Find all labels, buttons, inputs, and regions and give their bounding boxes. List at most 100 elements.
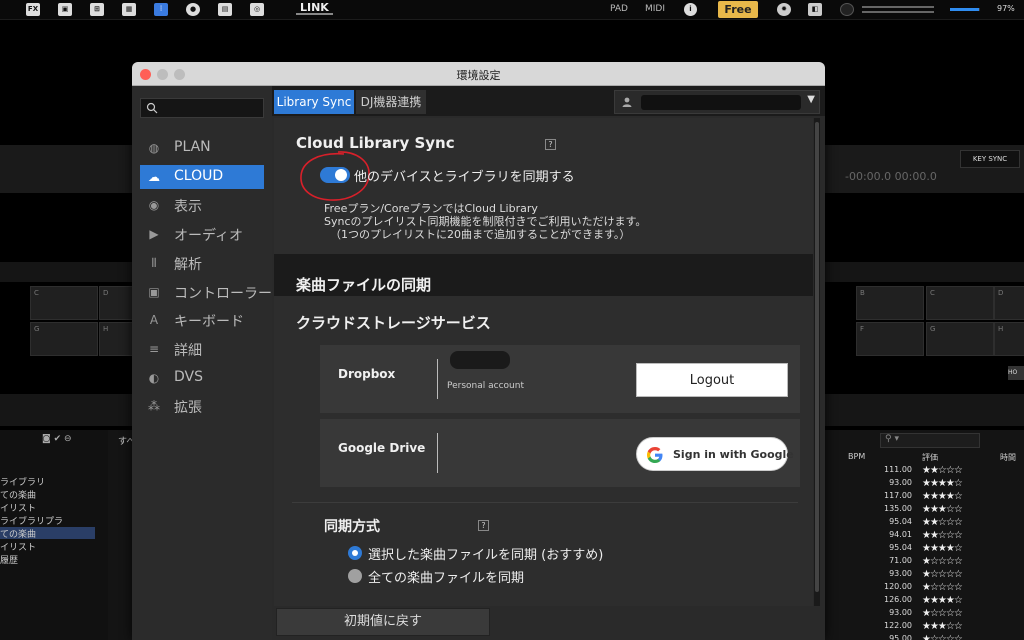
track-rating[interactable]: ★★★★☆ (922, 478, 963, 490)
account-select[interactable]: ▼ (614, 90, 820, 114)
track-row[interactable]: 93.00 ★★★★☆ (820, 478, 1024, 491)
sliders-icon[interactable]: ⫶ (154, 3, 168, 16)
google-g-icon (647, 447, 663, 463)
track-row[interactable]: 126.00 ★★★★☆ (820, 595, 1024, 608)
track-row[interactable]: 95.04 ★★☆☆☆ (820, 517, 1024, 530)
track-rating[interactable]: ★★☆☆☆ (922, 530, 963, 542)
vinyl-icon: ◐ (148, 370, 160, 385)
track-rating[interactable]: ★★☆☆☆ (922, 465, 963, 477)
sidebar-item-keyboard[interactable]: A キーボード (140, 308, 264, 332)
track-row[interactable]: 95.00 ★☆☆☆☆ (820, 634, 1024, 640)
track-rating[interactable]: ★★★★☆ (922, 543, 963, 555)
pad-g-right[interactable]: G (926, 322, 994, 356)
info-icon[interactable]: i (684, 3, 697, 16)
tab-dj-device[interactable]: DJ機器連携 (356, 90, 426, 114)
track-rating[interactable]: ★★☆☆☆ (922, 517, 963, 529)
track-row[interactable]: 93.00 ★☆☆☆☆ (820, 569, 1024, 582)
bpm-column-header[interactable]: BPM (848, 452, 865, 461)
track-row[interactable]: 120.00 ★☆☆☆☆ (820, 582, 1024, 595)
tree-item-playlist-2[interactable]: イリスト (0, 540, 36, 553)
content-scrollbar[interactable] (814, 118, 820, 606)
track-row[interactable]: 111.00 ★★☆☆☆ (820, 465, 1024, 478)
sync-method-help-icon[interactable]: ? (478, 520, 489, 531)
tree-item-library[interactable]: ライブラリ (0, 475, 45, 488)
sampler-icon[interactable]: ▣ (58, 3, 72, 16)
tree-item-all-tracks-selected[interactable]: ての楽曲 (0, 527, 95, 540)
sidebar-item-controller[interactable]: ▣ コントローラー (140, 280, 272, 304)
track-row[interactable]: 71.00 ★☆☆☆☆ (820, 556, 1024, 569)
scrollbar-thumb[interactable] (815, 122, 819, 592)
sidebar-item-display[interactable]: ◉ 表示 (140, 193, 264, 217)
pad-button[interactable]: PAD (610, 4, 628, 14)
track-bpm: 126.00 (884, 595, 912, 604)
radio-selected-files[interactable] (348, 546, 362, 560)
sidebar-item-dvs[interactable]: ◐ DVS (140, 366, 264, 390)
track-search-input[interactable]: ⚲ ▾ (880, 433, 980, 448)
cloud-storage-heading: クラウドストレージサービス (296, 314, 491, 332)
pad-c-left[interactable]: C (30, 286, 98, 320)
mixer-icon[interactable]: ⊞ (90, 3, 104, 16)
track-rating[interactable]: ★☆☆☆☆ (922, 556, 963, 568)
pad-h-right[interactable]: H (994, 322, 1024, 356)
film-icon[interactable]: ▤ (218, 3, 232, 16)
track-rating[interactable]: ★★★☆☆ (922, 621, 963, 633)
reset-defaults-button[interactable]: 初期値に戻す (276, 608, 490, 636)
pad-f-right[interactable]: F (856, 322, 924, 356)
pad-g-left[interactable]: G (30, 322, 98, 356)
master-level-meter-2 (862, 11, 934, 13)
plan-badge[interactable]: Free (718, 1, 758, 18)
cloud-sync-card: Cloud Library Sync ? 他のデバイスとライブラリを同期する F… (274, 118, 813, 254)
record-icon[interactable]: ● (186, 3, 200, 16)
tree-item-history[interactable]: 履歴 (0, 553, 18, 566)
hot-cue-button[interactable]: HO (1008, 366, 1024, 380)
track-rating[interactable]: ★☆☆☆☆ (922, 608, 963, 620)
help-icon[interactable]: ? (545, 139, 556, 150)
time-column-header[interactable]: 時間 (1000, 452, 1016, 463)
track-rating[interactable]: ★★★☆☆ (922, 504, 963, 516)
track-rating[interactable]: ★☆☆☆☆ (922, 582, 963, 594)
track-row[interactable]: 95.04 ★★★★☆ (820, 543, 1024, 556)
track-rating[interactable]: ★★★★☆ (922, 491, 963, 503)
track-row[interactable]: 93.00 ★☆☆☆☆ (820, 608, 1024, 621)
track-rating[interactable]: ★★★★☆ (922, 595, 963, 607)
grid-icon[interactable]: ▦ (122, 3, 136, 16)
track-row[interactable]: 135.00 ★★★☆☆ (820, 504, 1024, 517)
pad-b-right[interactable]: B (856, 286, 924, 320)
radio-all-files[interactable] (348, 569, 362, 583)
plan-note-line-3: （1つのプレイリストに20曲まで追加することができます。） (330, 228, 631, 241)
track-row[interactable]: 122.00 ★★★☆☆ (820, 621, 1024, 634)
track-row[interactable]: 94.01 ★★☆☆☆ (820, 530, 1024, 543)
track-rating[interactable]: ★☆☆☆☆ (922, 569, 963, 581)
sidebar-item-cloud[interactable]: ☁ CLOUD (140, 164, 264, 189)
tree-item-all-tracks[interactable]: ての楽曲 (0, 488, 36, 501)
cloud-sync-toggle[interactable] (320, 167, 350, 183)
google-button-label: Sign in with Google (673, 448, 794, 461)
pad-c-right[interactable]: C (926, 286, 994, 320)
sidebar-item-audio[interactable]: ▶ オーディオ (140, 222, 264, 246)
key-sync-button[interactable]: KEY SYNC (960, 150, 1020, 168)
sidebar-item-advanced[interactable]: ≡ 詳細 (140, 337, 264, 361)
broadcast-icon[interactable]: ◎ (250, 3, 264, 16)
tab-library-sync[interactable]: Library Sync (274, 90, 354, 114)
cloud-sync-heading: Cloud Library Sync (296, 134, 455, 152)
track-bpm: 95.00 (889, 634, 912, 640)
headphone-level-icon (840, 3, 854, 16)
tree-item-library-plus[interactable]: ライブラリプラ (0, 514, 63, 527)
fx-button[interactable]: FX (26, 3, 40, 16)
preferences-search-input[interactable] (140, 98, 264, 118)
rating-column-header[interactable]: 評価 (922, 452, 938, 463)
sidebar-item-analysis[interactable]: ⦀ 解析 (140, 251, 264, 275)
link-button[interactable]: LINK (296, 1, 333, 15)
sidebar-item-extensions[interactable]: ⁂ 拡張 (140, 394, 264, 418)
sidebar-item-plan[interactable]: ◍ PLAN (140, 136, 264, 160)
tree-item-playlist[interactable]: イリスト (0, 501, 36, 514)
midi-button[interactable]: MIDI (645, 4, 665, 14)
track-row[interactable]: 117.00 ★★★★☆ (820, 491, 1024, 504)
pad-d-right[interactable]: D (994, 286, 1024, 320)
gear-icon[interactable]: ✹ (777, 3, 791, 16)
sign-in-with-google-button[interactable]: Sign in with Google (636, 437, 794, 471)
logout-button[interactable]: Logout (636, 363, 788, 397)
search-icon (146, 102, 158, 114)
track-rating[interactable]: ★☆☆☆☆ (922, 634, 963, 640)
window-icon[interactable]: ◧ (808, 3, 822, 16)
